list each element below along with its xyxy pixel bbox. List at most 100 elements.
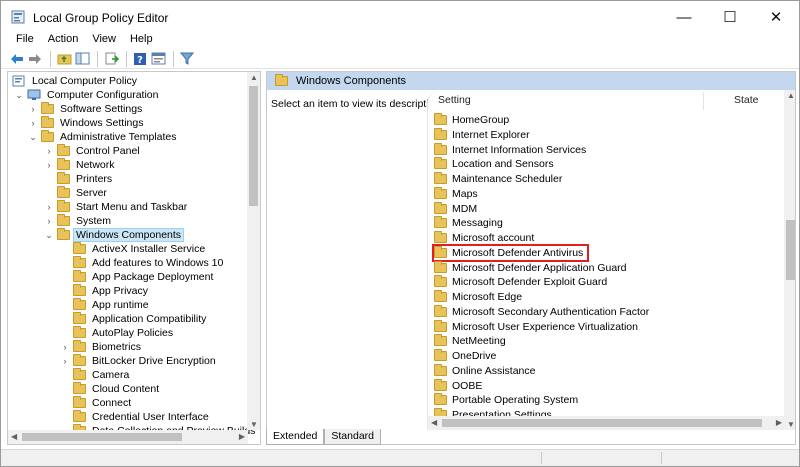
list-item[interactable]: Internet Explorer (434, 127, 530, 142)
tree-item[interactable]: › Software Settings (28, 102, 144, 116)
tree-item[interactable]: Local Computer Policy (12, 74, 139, 88)
maximize-button[interactable]: ☐ (707, 1, 753, 33)
chevron-right-icon[interactable]: › (44, 159, 54, 171)
tree-item[interactable]: ⌄ Computer Configuration (14, 88, 160, 102)
list-horizontal-scrollbar[interactable]: ◀ ▶ (428, 416, 785, 430)
title-bar[interactable]: Local Group Policy Editor — ☐ ✕ (1, 1, 799, 33)
tree-item[interactable]: › BitLocker Drive Encryption (60, 354, 218, 368)
tree-item[interactable]: App Package Deployment (60, 270, 215, 284)
column-header-setting[interactable]: Setting (438, 94, 471, 106)
scroll-right-icon[interactable]: ▶ (239, 432, 245, 441)
tree-item[interactable]: ⌄ Windows Components (44, 228, 185, 242)
back-arrow-icon[interactable] (9, 51, 25, 67)
settings-list[interactable]: Setting State HomeGroup Internet Explorer… (427, 90, 795, 430)
list-item[interactable]: Microsoft Edge (434, 290, 522, 304)
scroll-down-icon[interactable]: ▼ (787, 420, 795, 429)
chevron-right-icon[interactable]: › (60, 355, 70, 367)
chevron-down-icon[interactable]: ⌄ (44, 229, 54, 241)
chevron-down-icon[interactable]: ⌄ (14, 89, 24, 101)
tree-item[interactable]: App Privacy (60, 284, 150, 298)
chevron-right-icon[interactable]: › (28, 103, 38, 115)
export-list-icon[interactable] (103, 51, 119, 67)
tree-vertical-scrollbar[interactable]: ▲ ▼ (247, 72, 260, 430)
list-item[interactable]: OOBE (434, 378, 482, 393)
up-folder-icon[interactable] (56, 51, 72, 67)
list-item[interactable]: HomeGroup (434, 113, 509, 127)
tree-item[interactable]: › System (44, 214, 113, 228)
chevron-right-icon[interactable]: › (44, 215, 54, 227)
list-item[interactable]: OneDrive (434, 349, 496, 363)
chevron-right-icon[interactable]: › (44, 201, 54, 213)
tree-item[interactable]: Server (44, 186, 109, 200)
menu-view[interactable]: View (85, 33, 123, 49)
list-item[interactable]: Microsoft Defender Antivirus (431, 243, 590, 262)
show-hide-tree-icon[interactable] (74, 51, 90, 67)
tree-horizontal-scrollbar[interactable]: ◀ ▶ (8, 430, 248, 444)
tab-extended[interactable]: Extended (266, 429, 325, 445)
forward-arrow-icon[interactable] (27, 51, 43, 67)
tree-item[interactable]: Add features to Windows 10 (60, 256, 225, 270)
list-item[interactable]: Microsoft account (434, 231, 534, 245)
properties-icon[interactable] (150, 51, 166, 67)
tree-item[interactable]: App runtime (60, 298, 151, 312)
tree-item[interactable]: › Control Panel (44, 144, 142, 158)
column-header-state[interactable]: State (734, 94, 759, 106)
scroll-thumb[interactable] (442, 419, 762, 427)
list-item[interactable]: Portable Operating System (434, 393, 578, 407)
tree-item[interactable]: Connect (60, 396, 133, 410)
list-item[interactable]: Maintenance Scheduler (434, 172, 562, 186)
tree-item[interactable]: Credential User Interface (60, 410, 211, 424)
folder-icon (434, 201, 447, 214)
tree-item[interactable]: Application Compatibility (60, 312, 208, 326)
tree-item[interactable]: Printers (44, 172, 114, 186)
scroll-thumb[interactable] (786, 220, 795, 280)
tree-item-label: Cloud Content (92, 383, 160, 395)
tree-item[interactable]: Cloud Content (60, 382, 161, 396)
list-item[interactable]: Location and Sensors (434, 157, 554, 171)
list-item[interactable]: Internet Information Services (434, 142, 586, 157)
list-vertical-scrollbar[interactable]: ▲ ▼ (784, 90, 795, 430)
scroll-left-icon[interactable]: ◀ (431, 418, 437, 427)
tree-item-label: Start Menu and Taskbar (76, 201, 188, 213)
tree-item[interactable]: ActiveX Installer Service (60, 242, 207, 256)
filter-icon[interactable] (179, 51, 195, 67)
chevron-right-icon[interactable]: › (28, 117, 38, 129)
scroll-up-icon[interactable]: ▲ (250, 73, 258, 82)
tree-item[interactable]: › Start Menu and Taskbar (44, 200, 189, 214)
list-item[interactable]: Online Assistance (434, 363, 535, 378)
scroll-left-icon[interactable]: ◀ (11, 432, 17, 441)
tree-item[interactable]: › Windows Settings (28, 116, 145, 130)
chevron-down-icon[interactable]: ⌄ (28, 131, 38, 143)
tree-item[interactable]: › Network (44, 158, 117, 172)
list-item[interactable]: Microsoft Defender Exploit Guard (434, 275, 607, 289)
menu-action[interactable]: Action (41, 33, 86, 49)
tree-item[interactable]: ⌄ Administrative Templates (28, 130, 179, 144)
list-item[interactable]: Maps (434, 186, 478, 201)
list-item[interactable]: Microsoft User Experience Virtualization (434, 319, 638, 334)
tree-item[interactable]: AutoPlay Policies (60, 326, 175, 340)
chevron-right-icon[interactable]: › (60, 341, 70, 353)
scroll-right-icon[interactable]: ▶ (776, 418, 782, 427)
scroll-down-icon[interactable]: ▼ (250, 420, 258, 429)
scroll-up-icon[interactable]: ▲ (787, 91, 795, 100)
scroll-thumb[interactable] (249, 86, 258, 206)
list-item[interactable]: Messaging (434, 216, 503, 230)
close-button[interactable]: ✕ (753, 1, 799, 33)
list-item[interactable]: NetMeeting (434, 334, 506, 348)
tab-standard[interactable]: Standard (324, 429, 381, 445)
list-item[interactable]: Microsoft Secondary Authentication Facto… (434, 304, 649, 319)
menu-file[interactable]: File (9, 33, 41, 49)
scroll-thumb[interactable] (22, 433, 182, 441)
tree-item[interactable]: › Biometrics (60, 340, 143, 354)
chevron-right-icon[interactable]: › (44, 145, 54, 157)
tree-item[interactable]: Camera (60, 368, 131, 382)
list-item[interactable]: Microsoft Defender Application Guard (434, 260, 627, 275)
console-tree[interactable]: Local Computer Policy ⌄ Computer Configura… (7, 71, 261, 445)
list-item[interactable]: MDM (434, 201, 477, 216)
minimize-button[interactable]: — (661, 1, 707, 33)
column-divider[interactable] (703, 92, 704, 110)
menu-help[interactable]: Help (123, 33, 160, 49)
help-icon[interactable]: ? (132, 51, 148, 67)
